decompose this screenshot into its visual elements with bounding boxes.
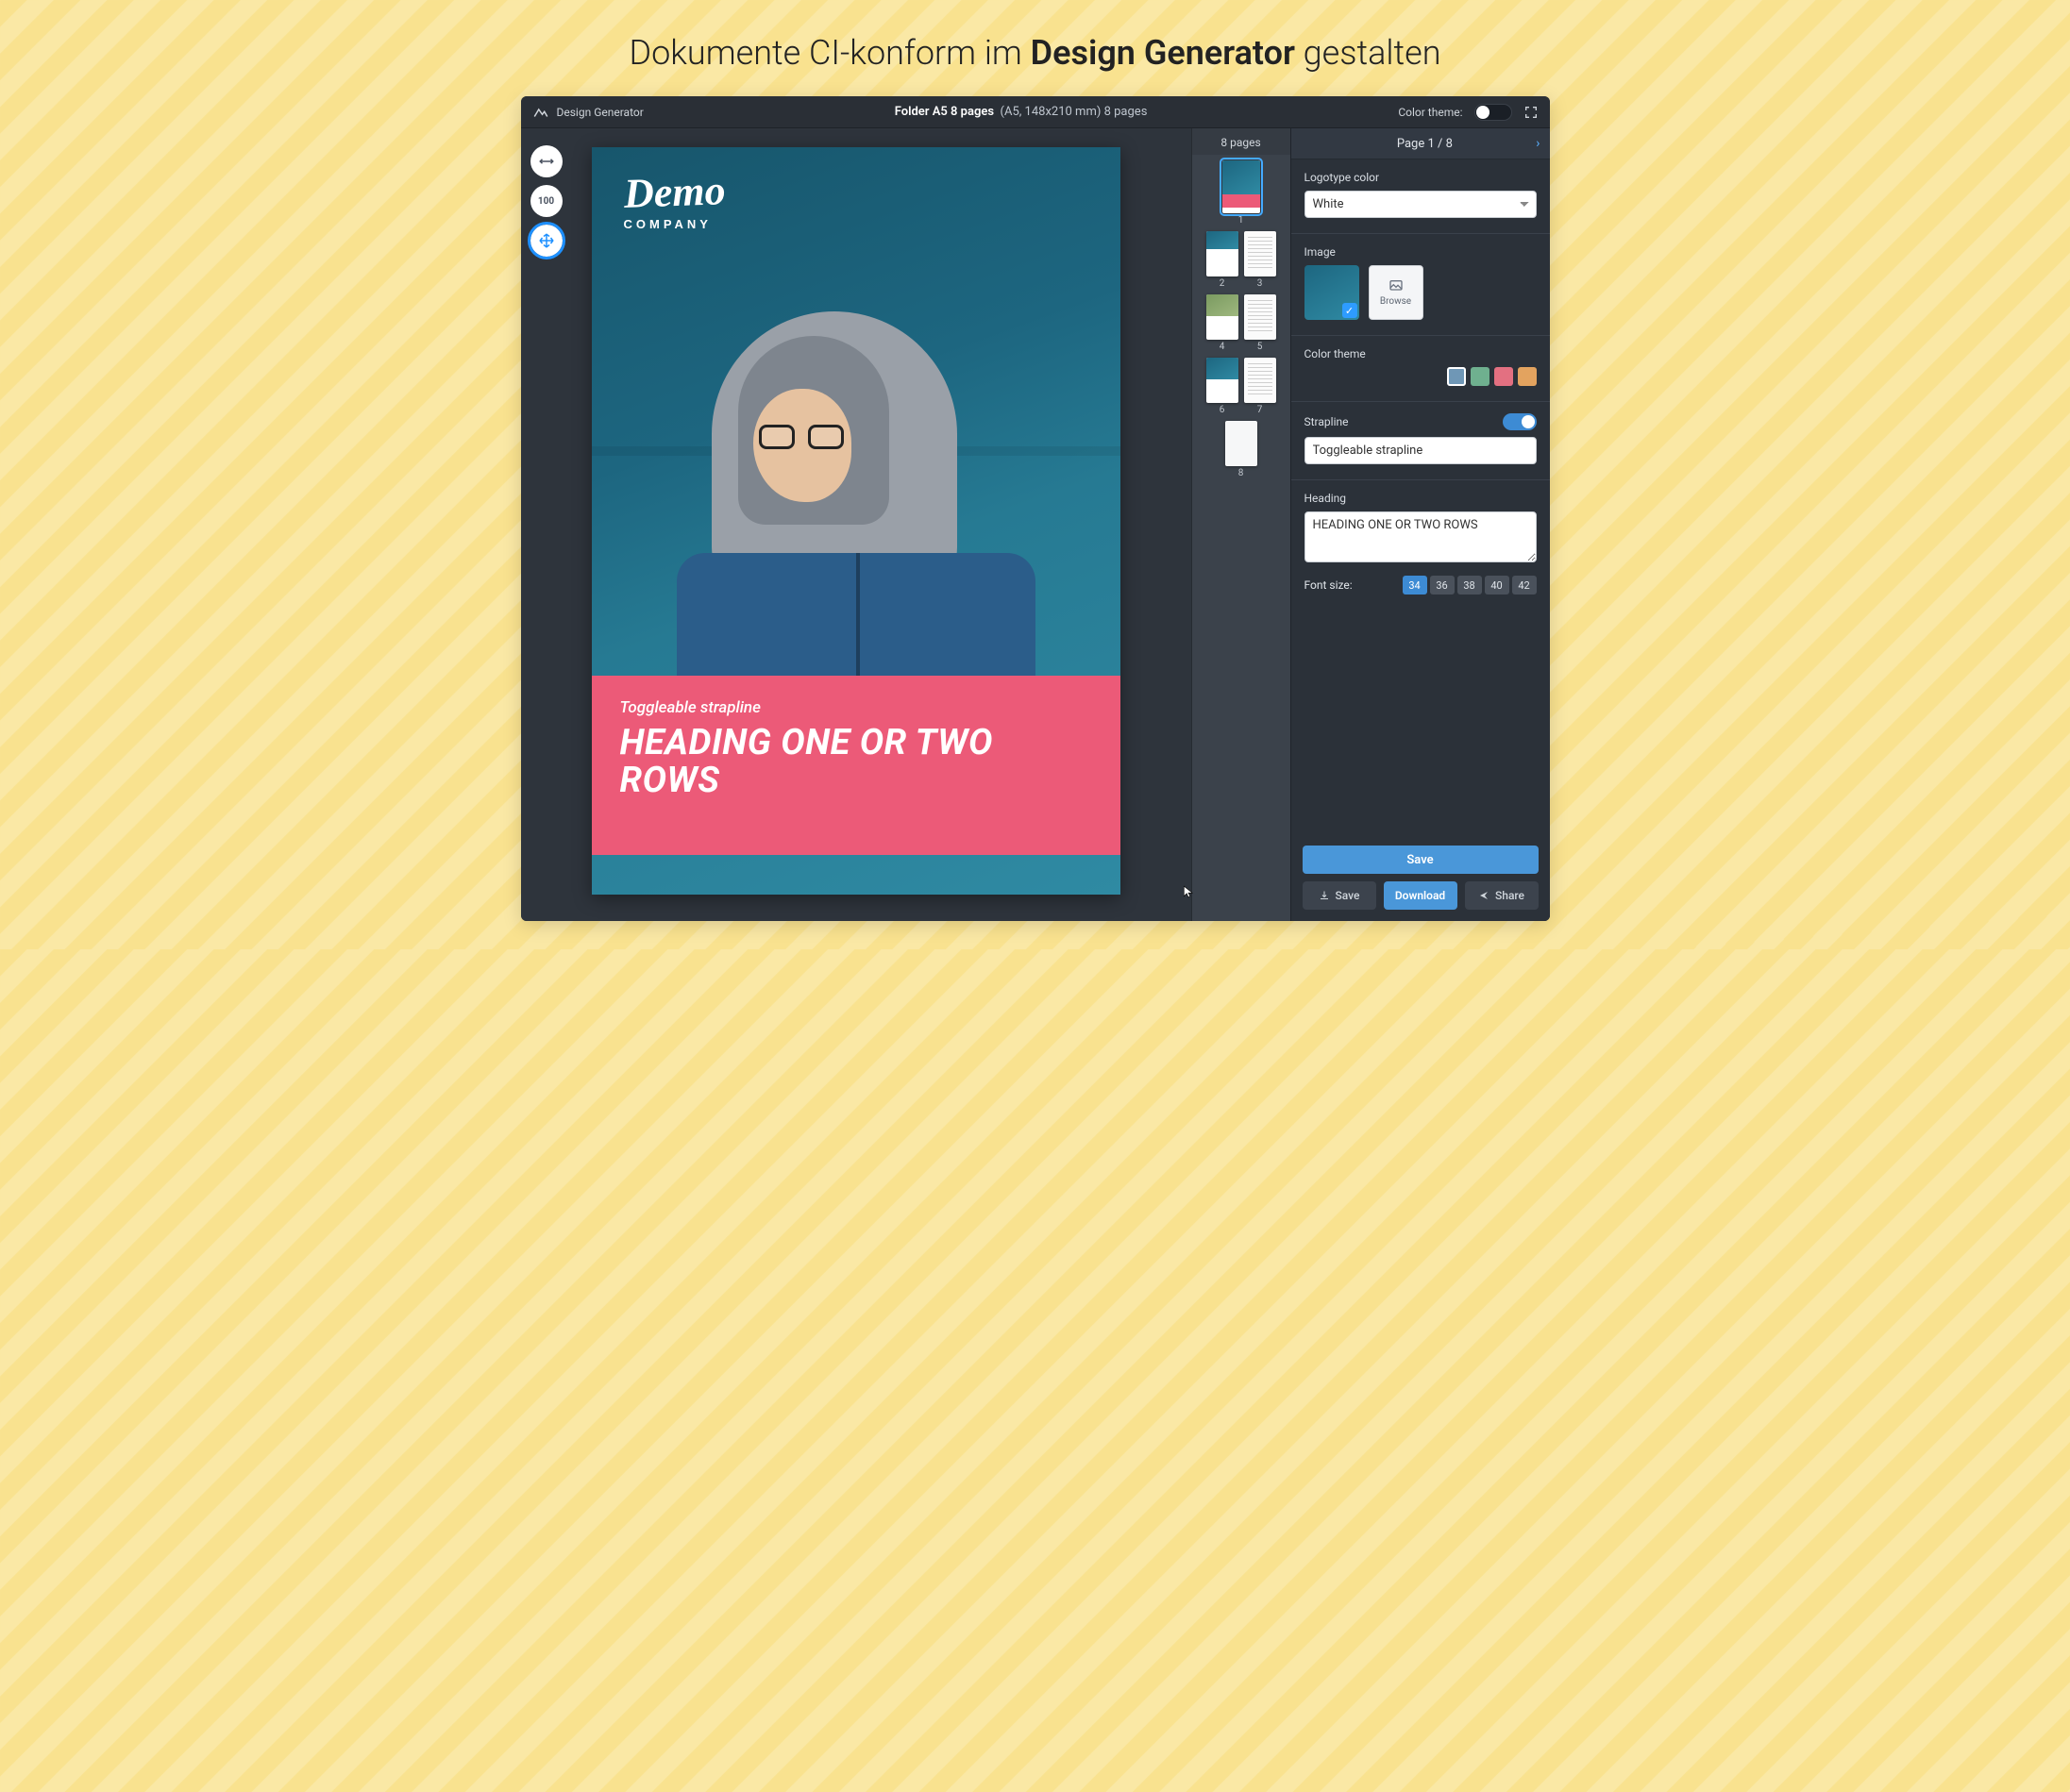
font-size-option[interactable]: 34 — [1403, 576, 1427, 595]
color-theme-label: Color theme: — [1398, 106, 1462, 119]
font-size-label: Font size: — [1304, 578, 1353, 592]
pages-panel: 8 pages 1 2 3 — [1191, 128, 1290, 921]
page-thumb-5[interactable] — [1244, 294, 1276, 340]
pan-tool[interactable] — [530, 225, 563, 257]
document-title: Folder A5 8 pages (A5, 148x210 mm) 8 pag… — [644, 105, 1399, 119]
page-thumb-2[interactable] — [1206, 231, 1238, 276]
cover-heading: HEADING ONE OR TWO ROWS — [620, 725, 1092, 800]
page-title: Dokumente CI-konform im Design Generator… — [469, 0, 1602, 96]
color-swatches — [1304, 367, 1537, 386]
cover-text-panel: Toggleable strapline HEADING ONE OR TWO … — [592, 676, 1120, 855]
page-thumb-1[interactable] — [1222, 160, 1260, 213]
color-swatch[interactable] — [1447, 367, 1466, 386]
save-button-secondary[interactable]: Save — [1303, 881, 1376, 910]
font-size-option[interactable]: 42 — [1512, 576, 1537, 595]
save-icon — [1319, 890, 1330, 901]
logotype-color-select[interactable]: White — [1304, 191, 1537, 218]
color-swatch[interactable] — [1518, 367, 1537, 386]
font-size-option[interactable]: 40 — [1485, 576, 1509, 595]
font-size-option[interactable]: 36 — [1430, 576, 1455, 595]
save-button-primary[interactable]: Save — [1303, 846, 1539, 874]
page-thumb-4[interactable] — [1206, 294, 1238, 340]
image-icon — [1388, 278, 1405, 293]
pages-count-label: 8 pages — [1192, 128, 1290, 155]
fit-width-tool[interactable] — [530, 145, 563, 177]
properties-panel: Page 1 / 8 › Logotype color White Image … — [1290, 128, 1550, 921]
brand: Design Generator — [532, 104, 644, 121]
fullscreen-icon[interactable] — [1523, 105, 1539, 120]
share-icon — [1478, 890, 1489, 901]
strapline-label: Strapline — [1304, 415, 1349, 428]
font-size-option[interactable]: 38 — [1457, 576, 1482, 595]
topbar: Design Generator Folder A5 8 pages (A5, … — [521, 96, 1550, 128]
strapline-input[interactable] — [1304, 437, 1537, 464]
heading-textarea[interactable] — [1304, 511, 1537, 562]
download-button[interactable]: Download — [1384, 881, 1457, 910]
check-icon: ✓ — [1342, 303, 1357, 318]
color-swatch[interactable] — [1494, 367, 1513, 386]
page-thumb-7[interactable] — [1244, 358, 1276, 403]
document-canvas[interactable]: Demo COMPANY Toggleable strapline HEADIN… — [592, 147, 1120, 895]
cover-logo: Demo COMPANY — [624, 174, 726, 231]
next-page-button[interactable]: › — [1536, 136, 1540, 151]
share-button[interactable]: Share — [1465, 881, 1539, 910]
theme-switch[interactable] — [1474, 104, 1512, 121]
color-swatch[interactable] — [1471, 367, 1489, 386]
app-window: Design Generator Folder A5 8 pages (A5, … — [521, 96, 1550, 921]
page-thumb-3[interactable] — [1244, 231, 1276, 276]
browse-image-button[interactable]: Browse — [1369, 265, 1423, 320]
color-theme-label: Color theme — [1304, 347, 1537, 360]
zoom-100-tool[interactable]: 100 — [530, 185, 563, 217]
image-label: Image — [1304, 245, 1537, 259]
selected-image-thumb[interactable]: ✓ — [1304, 265, 1359, 320]
strapline-toggle[interactable] — [1503, 413, 1537, 430]
page-thumb-6[interactable] — [1206, 358, 1238, 403]
logo-icon — [532, 104, 549, 121]
cover-strapline: Toggleable strapline — [620, 698, 1092, 717]
canvas-area: 100 Demo COMPANY Toggleable st — [521, 128, 1191, 921]
logotype-color-label: Logotype color — [1304, 171, 1537, 184]
heading-label: Heading — [1304, 492, 1537, 505]
page-thumb-8[interactable] — [1225, 421, 1257, 466]
canvas-tools: 100 — [530, 145, 563, 257]
page-indicator: Page 1 / 8 — [1397, 137, 1453, 151]
brand-name: Design Generator — [557, 106, 644, 119]
font-size-buttons: 3436384042 — [1403, 576, 1537, 595]
